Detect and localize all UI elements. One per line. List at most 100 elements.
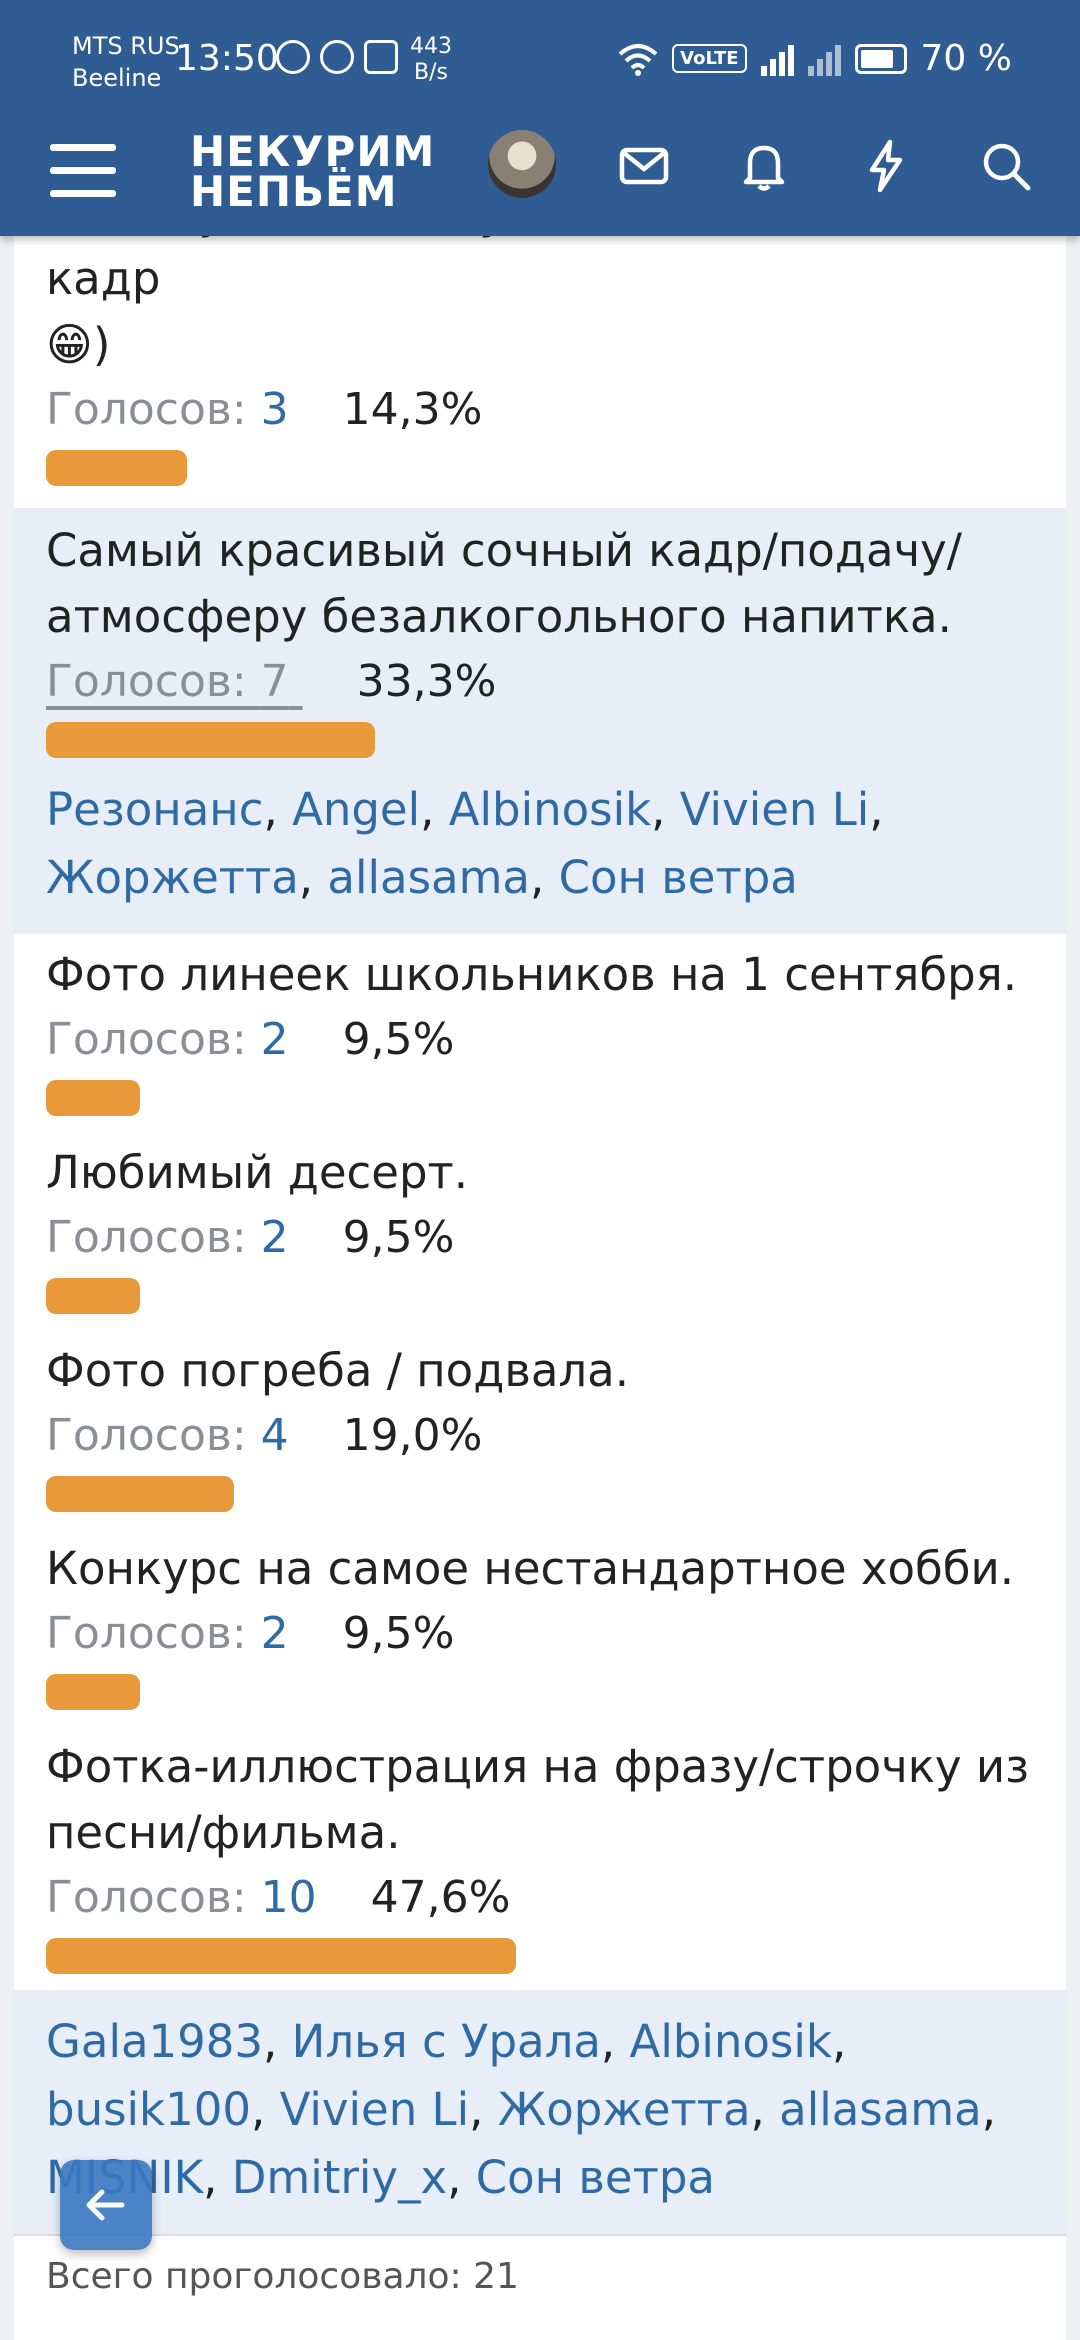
vote-count-link[interactable]: 2 — [261, 1608, 289, 1659]
separator: , — [263, 783, 293, 836]
nav-bar: НЕКУРИМ НЕПЬЁМ — [0, 122, 1080, 236]
voter-link[interactable]: busik100 — [46, 2083, 251, 2136]
separator: , — [750, 2083, 780, 2136]
signal-icon — [760, 42, 794, 76]
wifi-icon — [618, 43, 658, 76]
search-icon[interactable] — [976, 136, 1036, 196]
voter-link[interactable]: Vivien Li — [680, 783, 870, 836]
votes-toggle[interactable]: Голосов: 7 — [46, 656, 303, 707]
separator: , — [600, 2015, 630, 2068]
vote-count-link[interactable]: 2 — [261, 1212, 289, 1263]
logo-line-1: НЕКУРИМ — [190, 127, 436, 176]
votes-row: Голосов: 10 47,6% — [46, 1872, 511, 1923]
voter-link[interactable]: Albinosik — [449, 783, 651, 836]
option-text: Самый красивый сочный кадр/подачу/атмосф… — [46, 524, 962, 643]
site-logo[interactable]: НЕКУРИМ НЕПЬЁМ — [190, 127, 436, 216]
voter-link[interactable]: allasama — [779, 2083, 982, 2136]
poll-results: покажу (самый неудачный смешной кадр 😁) … — [14, 236, 1066, 2340]
speed-value: 443 — [410, 34, 452, 59]
vote-percent: 9,5% — [342, 1608, 455, 1659]
bell-icon[interactable] — [734, 136, 794, 196]
vote-percent: 47,6% — [370, 1872, 511, 1923]
separator: , — [250, 2083, 280, 2136]
voters-list: Резонанс, Angel, Albinosik, Vivien Li, Ж… — [46, 758, 1034, 934]
votes-row: Голосов: 2 9,5% — [46, 1212, 455, 1263]
poll-option: покажу (самый неудачный смешной кадр 😁) … — [14, 236, 1066, 508]
vote-bar — [46, 1476, 234, 1512]
vote-bar — [46, 1938, 516, 1974]
vote-bar — [46, 1674, 140, 1710]
separator: , — [869, 783, 884, 836]
voter-link[interactable]: Albinosik — [630, 2015, 832, 2068]
voter-link[interactable]: Илья с Урала — [292, 2015, 601, 2068]
voter-link[interactable]: Сон ветра — [476, 2151, 715, 2204]
voter-link[interactable]: Жоржетта — [498, 2083, 751, 2136]
battery-icon — [854, 43, 907, 74]
option-text: Фотка-иллюстрация на фразу/строчку из пе… — [46, 1740, 1030, 1859]
voter-link[interactable]: Жоржетта — [46, 851, 299, 904]
volte-badge: VoLTE — [672, 44, 747, 73]
separator: , — [831, 2015, 847, 2068]
notification-icon — [276, 40, 310, 74]
separator: , — [298, 851, 328, 904]
vote-bar — [46, 450, 187, 486]
voter-link[interactable]: Сон ветра — [559, 851, 798, 904]
speed-unit: B/s — [414, 60, 448, 85]
battery-level: 70 % — [920, 38, 1012, 79]
votes-row: Голосов: 2 9,5% — [46, 1014, 455, 1065]
votes-row: Голосов: 2 9,5% — [46, 1608, 455, 1659]
mail-icon[interactable] — [614, 136, 674, 196]
arrow-left-icon — [86, 2189, 125, 2221]
voter-link[interactable]: allasama — [327, 851, 530, 904]
back-button[interactable] — [60, 2160, 152, 2250]
voter-link[interactable]: Резонанс — [46, 783, 263, 836]
separator: , — [263, 2015, 292, 2068]
vote-percent: 9,5% — [342, 1014, 455, 1065]
voter-link[interactable]: Angel — [292, 783, 420, 836]
status-icons — [276, 40, 398, 74]
voters-panel: Gala1983, Илья с Урала, Albinosik, busik… — [14, 1990, 1066, 2234]
clock: 13:50 — [175, 38, 279, 79]
vote-bar — [46, 1080, 140, 1116]
separator: , — [981, 2083, 997, 2136]
network-speed: 443 B/s — [410, 34, 452, 86]
carrier-2: Beeline — [72, 64, 162, 92]
bolt-icon[interactable] — [856, 136, 916, 196]
vote-percent: 19,0% — [342, 1410, 483, 1461]
option-text: Конкурс на самое нестандартное хобби. — [46, 1542, 1015, 1595]
vote-percent: 14,3% — [342, 384, 483, 435]
option-text: Фото погреба / подвала. — [46, 1344, 630, 1397]
votes-row[interactable]: Голосов: 7 33,3% — [46, 650, 1034, 714]
vote-bar — [46, 722, 375, 758]
total-votes: Всего проголосовало: 21 — [46, 2256, 519, 2297]
vote-percent: 9,5% — [342, 1212, 455, 1263]
separator: , — [447, 2151, 476, 2204]
voter-link[interactable]: Dmitriy_x — [232, 2151, 447, 2204]
vote-percent: 33,3% — [356, 656, 497, 707]
vote-count-link[interactable]: 2 — [261, 1014, 289, 1065]
vote-count-link[interactable]: 4 — [261, 1410, 289, 1461]
app-header: MTS RUS Beeline 13:50 443 B/s VoLTE 70 % — [0, 0, 1080, 236]
voters-list: Gala1983, Илья с Урала, Albinosik, busik… — [46, 1990, 1034, 2234]
nfc-icon — [364, 40, 398, 74]
poll-option: Фотка-иллюстрация на фразу/строчку из пе… — [14, 1710, 1066, 1990]
vote-bar — [46, 1278, 140, 1314]
vote-count-link[interactable]: 10 — [261, 1872, 317, 1923]
voter-link[interactable]: Vivien Li — [280, 2083, 470, 2136]
poll-total: Всего проголосовало: 21 — [14, 2236, 1066, 2297]
poll-option: Фото линеек школьников на 1 сентября. Го… — [14, 934, 1066, 1116]
voter-link[interactable]: Gala1983 — [46, 2015, 263, 2068]
vote-count-link[interactable]: 3 — [261, 384, 289, 435]
signal-2-icon — [807, 42, 841, 76]
logo-line-2: НЕПЬЁМ — [190, 167, 398, 216]
grin-emoji: 😁 — [46, 318, 93, 371]
option-text: покажу (самый неудачный смешной кадр 😁) — [46, 236, 913, 371]
separator: , — [651, 783, 680, 836]
separator: , — [420, 783, 449, 836]
hamburger-icon[interactable] — [50, 144, 116, 204]
poll-option: Конкурс на самое нестандартное хобби. Го… — [14, 1512, 1066, 1710]
separator: , — [469, 2083, 498, 2136]
poll-option: Фото погреба / подвала. Голосов: 4 19,0% — [14, 1314, 1066, 1512]
avatar[interactable] — [488, 130, 556, 198]
separator: , — [530, 851, 559, 904]
